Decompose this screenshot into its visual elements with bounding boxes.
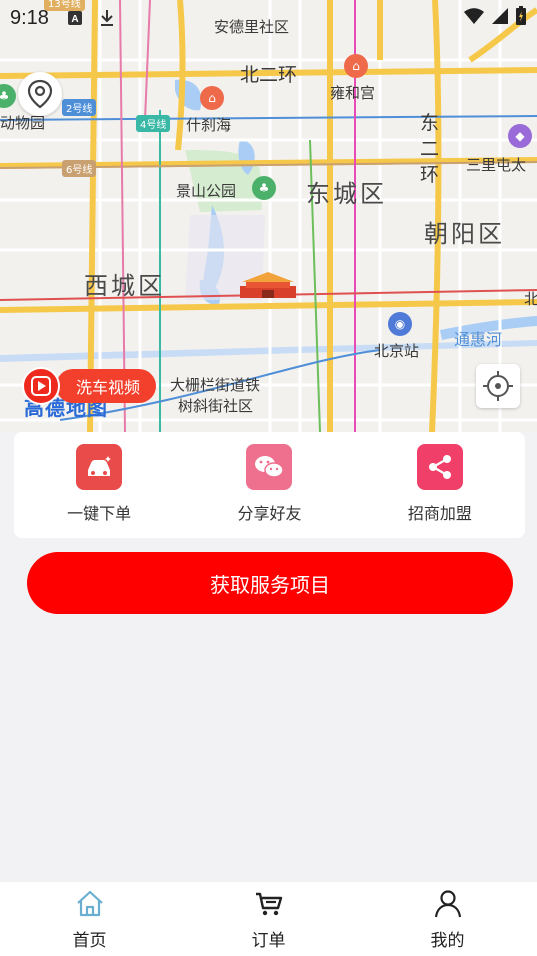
cart-icon <box>255 892 282 916</box>
scenic-poi-icon[interactable]: ⌂ <box>200 86 224 110</box>
action-label: 一键下单 <box>67 504 132 523</box>
crosshair-icon <box>483 371 513 401</box>
nav-item-home[interactable]: 首页 <box>0 882 179 956</box>
status-time: 9:18 <box>10 6 49 29</box>
map-label: 树斜街社区 <box>178 397 254 415</box>
action-label: 分享好友 <box>237 504 302 523</box>
map-label: 什刹海 <box>186 116 232 134</box>
wifi-icon <box>464 8 484 24</box>
nav-item-orders[interactable]: 订单 <box>179 882 358 956</box>
user-icon <box>434 890 461 918</box>
action-label: 招商加盟 <box>407 504 472 523</box>
map-label: 东二环 <box>420 112 440 186</box>
nav-item-profile[interactable]: 我的 <box>358 882 537 956</box>
map-label: 西城区 <box>84 272 165 300</box>
location-pin-button[interactable] <box>18 72 62 116</box>
share-icon <box>416 444 463 490</box>
car-wash-icon <box>76 444 123 490</box>
map-label: 雍和宫 <box>330 84 376 102</box>
nav-label: 订单 <box>251 931 286 951</box>
signal-icon <box>492 8 508 24</box>
map-label: 通惠河 <box>454 330 503 349</box>
get-service-items-button[interactable]: 获取服务项目 <box>27 552 513 614</box>
map-label: 北京站 <box>374 342 420 360</box>
video-play-icon <box>22 367 60 405</box>
svg-text:A: A <box>71 14 78 25</box>
line-badge: 4号线 <box>136 115 171 132</box>
status-bar: 9:18 A <box>0 0 537 36</box>
action-share-friends[interactable]: 分享好友 <box>184 432 354 538</box>
nav-label: 首页 <box>72 931 107 951</box>
bottom-nav: 首页 订单 我的 <box>0 882 537 956</box>
quick-actions-card: 一键下单 分享好友 招商加盟 <box>14 432 525 538</box>
shopping-poi-icon[interactable]: ◆ <box>508 124 532 148</box>
map-label: 北二环 <box>240 64 298 86</box>
map-label: 三里屯太 <box>466 156 527 174</box>
action-franchise[interactable]: 招商加盟 <box>355 432 525 538</box>
keyboard-a-icon: A <box>67 11 82 25</box>
map-label: 东城区 <box>306 180 387 208</box>
map-label: 北 <box>524 290 537 308</box>
map-label: 景山公园 <box>176 182 237 200</box>
download-icon <box>100 10 113 26</box>
locate-me-button[interactable] <box>476 364 520 408</box>
home-icon <box>76 890 103 917</box>
station-poi-icon[interactable]: ◉ <box>388 312 412 336</box>
temple-poi-icon[interactable]: ⌂ <box>344 54 368 78</box>
car-wash-video-button[interactable]: 洗车视频 <box>22 367 157 405</box>
line-badge: 2号线 <box>62 99 97 116</box>
line-badge: 6号线 <box>62 160 97 177</box>
action-one-click-order[interactable]: 一键下单 <box>14 432 184 538</box>
map-label: 大栅栏街道铁 <box>170 376 261 394</box>
wechat-icon <box>246 444 293 490</box>
park-poi-icon[interactable]: ♣ <box>252 176 276 200</box>
location-pin-icon <box>27 79 53 109</box>
map-label: 朝阳区 <box>424 220 505 248</box>
video-button-label: 洗车视频 <box>56 369 157 403</box>
battery-icon <box>516 6 526 25</box>
nav-label: 我的 <box>430 931 465 951</box>
